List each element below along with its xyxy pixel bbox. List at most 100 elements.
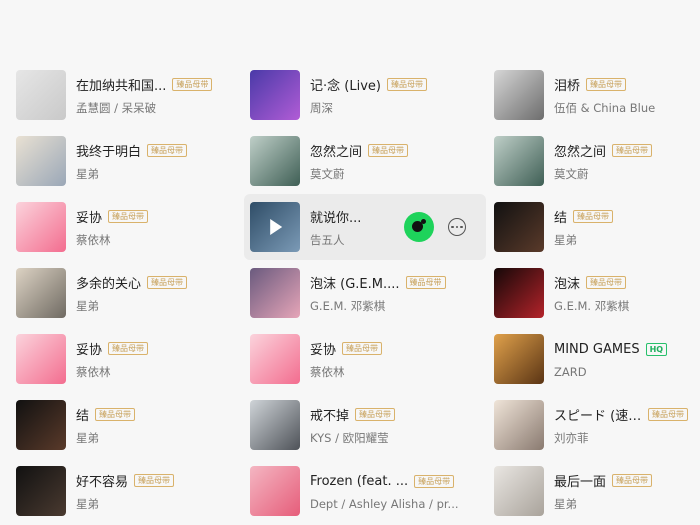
song-item[interactable]: 忽然之间 臻品母带莫文蔚 [244, 128, 486, 194]
song-item[interactable]: 妥协 臻品母带 蔡依林 [10, 326, 242, 392]
song-artist[interactable]: 莫文蔚 [310, 166, 486, 182]
song-title[interactable]: 泡沫 [554, 273, 580, 292]
song-title[interactable]: 忽然之间 [554, 141, 606, 160]
album-cover[interactable] [16, 70, 66, 120]
album-cover[interactable] [16, 400, 66, 450]
song-title[interactable]: 妥协 [310, 339, 336, 358]
album-cover[interactable] [494, 400, 544, 450]
album-cover[interactable] [494, 334, 544, 384]
album-cover[interactable] [494, 466, 544, 516]
song-title[interactable]: 忽然之间 [310, 141, 362, 160]
song-item[interactable]: 泡沫 (G.E.M.... 臻品母带 G.E.M. 邓紫棋 [244, 260, 486, 326]
song-artist[interactable]: 伍佰 & China Blue [554, 100, 688, 116]
song-title[interactable]: 最后一面 [554, 471, 606, 490]
song-artist[interactable]: 孟慧圆 / 呆呆破 [76, 100, 242, 116]
song-info: 记·念 (Live) 臻品母带 周深 [310, 75, 486, 116]
album-cover[interactable] [16, 202, 66, 252]
song-item[interactable]: 忽然之间 臻品母带莫文蔚 [488, 128, 688, 194]
song-title[interactable]: 妥协 [76, 207, 102, 226]
song-artist[interactable]: G.E.M. 邓紫棋 [554, 298, 688, 314]
more-options-icon[interactable] [448, 218, 466, 236]
album-cover[interactable] [494, 268, 544, 318]
song-title[interactable]: 我终于明白 [76, 141, 141, 160]
album-cover[interactable] [494, 202, 544, 252]
album-cover[interactable] [494, 70, 544, 120]
song-item[interactable]: 妥协 臻品母带蔡依林 [244, 326, 486, 392]
song-title[interactable]: 多余的关心 [76, 273, 141, 292]
song-title[interactable]: 在加纳共和国... [76, 75, 166, 94]
song-artist[interactable]: 刘亦菲 [554, 430, 688, 446]
song-item[interactable]: 戒不掉 臻品母带 KYS / 欧阳耀莹 [244, 392, 486, 458]
song-title[interactable]: 泡沫 (G.E.M.... [310, 273, 400, 292]
song-item[interactable]: Frozen (feat. ... 臻品母带 Dept / Ashley Alish… [244, 458, 486, 524]
song-artist[interactable]: ZARD [554, 365, 688, 379]
premium-master-badge: 臻品母带 [355, 408, 396, 421]
album-cover[interactable] [16, 268, 66, 318]
song-title[interactable]: 结 [554, 207, 567, 226]
song-title[interactable]: Frozen (feat. ... [310, 474, 408, 489]
song-artist[interactable]: 莫文蔚 [554, 166, 688, 182]
album-cover[interactable] [250, 268, 300, 318]
song-item[interactable]: 记·念 (Live) 臻品母带 周深 [244, 62, 486, 128]
song-artist[interactable]: G.E.M. 邓紫棋 [310, 298, 486, 314]
song-artist[interactable]: Dept / Ashley Alisha / pr... [310, 497, 486, 511]
song-item[interactable]: 我终于明白 臻品母带 星弟 [10, 128, 242, 194]
album-cover[interactable] [250, 334, 300, 384]
song-title[interactable]: MIND GAMES [554, 342, 640, 357]
album-cover[interactable] [16, 466, 66, 516]
song-item[interactable]: 好不容易 臻品母带 星弟 [10, 458, 242, 524]
listen-together-icon[interactable] [404, 212, 434, 242]
song-title[interactable]: 好不容易 [76, 471, 128, 490]
album-cover[interactable] [250, 136, 300, 186]
song-artist[interactable]: 蔡依林 [310, 364, 486, 380]
song-info: MIND GAMES HQ ZARD [554, 340, 688, 379]
premium-master-badge: 臻品母带 [612, 144, 653, 157]
song-info: 泡沫 臻品母带 G.E.M. 邓紫棋 [554, 273, 688, 314]
song-title[interactable]: 戒不掉 [310, 405, 349, 424]
song-artist[interactable]: 星弟 [76, 496, 242, 512]
song-item[interactable]: 结臻品母带星弟 [488, 194, 688, 260]
song-grid: 在加纳共和国... 臻品母带 孟慧圆 / 呆呆破 记·念 (Live) 臻品母带 周深 泪桥… [10, 62, 690, 524]
song-item[interactable]: 泪桥 臻品母带 伍佰 & China Blue [488, 62, 688, 128]
premium-master-badge: 臻品母带 [172, 78, 213, 91]
song-artist[interactable]: 周深 [310, 100, 486, 116]
song-info: 妥协 臻品母带蔡依林 [310, 339, 486, 380]
song-artist[interactable]: 星弟 [554, 232, 688, 248]
song-item[interactable]: 泡沫 臻品母带 G.E.M. 邓紫棋 [488, 260, 688, 326]
song-item[interactable]: 结臻品母带 星弟 [10, 392, 242, 458]
album-cover[interactable] [250, 202, 300, 252]
song-item[interactable]: 妥协 臻品母带 蔡依林 [10, 194, 242, 260]
play-icon[interactable] [270, 219, 283, 235]
song-title[interactable]: 就说你... [310, 207, 361, 226]
premium-master-badge: 臻品母带 [368, 144, 409, 157]
album-cover[interactable] [250, 466, 300, 516]
album-cover[interactable] [16, 136, 66, 186]
song-artist[interactable]: 星弟 [76, 298, 242, 314]
album-cover[interactable] [16, 334, 66, 384]
song-item[interactable]: 在加纳共和国... 臻品母带孟慧圆 / 呆呆破 [10, 62, 242, 128]
album-cover[interactable] [250, 400, 300, 450]
song-title[interactable]: 妥协 [76, 339, 102, 358]
song-artist[interactable]: KYS / 欧阳耀莹 [310, 430, 486, 446]
song-artist[interactable]: 星弟 [76, 166, 242, 182]
song-item[interactable]: MIND GAMES HQ ZARD [488, 326, 688, 392]
premium-master-badge: 臻品母带 [342, 342, 383, 355]
song-artist[interactable]: 蔡依林 [76, 232, 242, 248]
song-artist[interactable]: 星弟 [76, 430, 242, 446]
song-artist[interactable]: 星弟 [554, 496, 688, 512]
album-cover[interactable] [494, 136, 544, 186]
song-title[interactable]: 记·念 (Live) [310, 75, 381, 94]
premium-master-badge: 臻品母带 [612, 474, 653, 487]
song-item[interactable]: 就说你... 告五人 [244, 194, 486, 260]
premium-master-badge: 臻品母带 [573, 210, 614, 223]
song-title[interactable]: 结 [76, 405, 89, 424]
song-item[interactable]: 多余的关心 臻品母带 星弟 [10, 260, 242, 326]
song-title[interactable]: 泪桥 [554, 75, 580, 94]
album-cover[interactable] [250, 70, 300, 120]
song-title[interactable]: スピード (速度) [554, 405, 642, 424]
premium-master-badge: 臻品母带 [648, 408, 688, 421]
song-item[interactable]: 最后一面 臻品母带星弟 [488, 458, 688, 524]
song-info: 好不容易 臻品母带 星弟 [76, 471, 242, 512]
song-item[interactable]: スピード (速度) 臻品母带刘亦菲 [488, 392, 688, 458]
song-artist[interactable]: 蔡依林 [76, 364, 242, 380]
